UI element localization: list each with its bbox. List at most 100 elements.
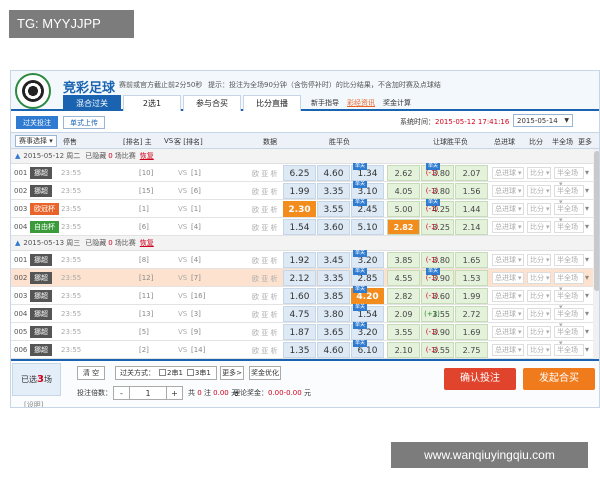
match-row[interactable]: 001 挪超 23:55 [10] VS [1] 欧 亚 析 6.25 4.60 1.34 单关 2.…	[11, 163, 599, 188]
rq-odds-cell[interactable]: 1.69	[455, 324, 488, 340]
match-row[interactable]: 004 挪超 23:55 [13] VS [3] 欧 亚 析 4.75 3.80 1.54 单关 2.…	[11, 304, 599, 329]
plus-button[interactable]: +	[167, 387, 182, 399]
multiple-value[interactable]: 1	[129, 387, 167, 399]
score-dropdown[interactable]: 比分 ▾	[527, 344, 551, 356]
spf-odds-cell[interactable]: 4.60	[317, 342, 350, 358]
goals-dropdown[interactable]: 总进球 ▾	[492, 203, 524, 215]
data-links[interactable]: 欧 亚 析	[252, 169, 277, 179]
league-filter-button[interactable]: 赛事选择 ▾	[15, 135, 57, 147]
scrollbar-thumb[interactable]	[594, 151, 599, 291]
score-dropdown[interactable]: 比分 ▾	[527, 272, 551, 284]
spf-odds-cell[interactable]: 1.54	[283, 219, 316, 235]
score-dropdown[interactable]: 比分 ▾	[527, 221, 551, 233]
top-link-2[interactable]: 奖金计算	[383, 98, 411, 108]
match-row[interactable]: 003 欧冠杯 23:55 [1] VS [1] 欧 亚 析 2.30 3.55 2.45 单关 5.…	[11, 199, 599, 224]
pass-bet-button[interactable]: 过关投注	[16, 115, 58, 129]
collapse-icon[interactable]: ▲	[15, 152, 20, 160]
more-chevron-icon[interactable]: ▾	[585, 168, 589, 177]
score-dropdown[interactable]: 比分 ▾	[527, 203, 551, 215]
goals-dropdown[interactable]: 总进球 ▾	[492, 344, 524, 356]
rq-odds-cell[interactable]: 2.75	[455, 342, 488, 358]
match-row[interactable]: 002 挪超 23:55 [12] VS [7] 欧 亚 析 2.12 3.35 2.85 单关 4.…	[11, 268, 599, 293]
date-select[interactable]: 2015-05-14 ▼	[513, 114, 573, 127]
data-links[interactable]: 欧 亚 析	[252, 223, 277, 233]
score-dropdown[interactable]: 比分 ▾	[527, 254, 551, 266]
data-links[interactable]: 欧 亚 析	[252, 292, 277, 302]
more-chevron-icon[interactable]: ▾	[585, 222, 589, 231]
spf-odds-cell[interactable]: 3.45	[317, 252, 350, 268]
score-dropdown[interactable]: 比分 ▾	[527, 308, 551, 320]
more-chevron-icon[interactable]: ▾	[585, 273, 589, 282]
rq-odds-cell[interactable]: 4.05	[387, 183, 420, 199]
more-chevron-icon[interactable]: ▾	[585, 345, 589, 354]
goals-dropdown[interactable]: 总进球 ▾	[492, 326, 524, 338]
pass-2x1-checkbox[interactable]	[159, 369, 166, 376]
goals-dropdown[interactable]: 总进球 ▾	[492, 185, 524, 197]
rq-odds-cell[interactable]: 2.09	[387, 306, 420, 322]
rq-odds-cell[interactable]: 1.99	[455, 288, 488, 304]
spf-odds-cell[interactable]: 3.85	[317, 288, 350, 304]
spf-odds-cell[interactable]: 1.92	[283, 252, 316, 268]
rq-odds-cell[interactable]: 2.82	[387, 288, 420, 304]
top-link-1[interactable]: 彩经资讯	[347, 98, 375, 108]
spf-odds-cell[interactable]: 4.75	[283, 306, 316, 322]
halffull-dropdown[interactable]: 半全场▾	[554, 308, 584, 329]
pass-3x1-checkbox[interactable]	[186, 369, 194, 376]
rq-odds-cell[interactable]: 2.07	[455, 165, 488, 181]
spf-odds-cell[interactable]: 3.65	[317, 324, 350, 340]
spf-odds-cell[interactable]: 5.10	[351, 219, 384, 235]
spf-odds-cell[interactable]: 3.35	[317, 270, 350, 286]
rq-odds-cell[interactable]: 2.62	[387, 165, 420, 181]
rq-odds-cell[interactable]: 1.44	[455, 201, 488, 217]
rq-odds-cell[interactable]: 2.10	[387, 342, 420, 358]
halffull-dropdown[interactable]: 半全场▾	[554, 203, 584, 224]
spf-odds-cell[interactable]: 2.12	[283, 270, 316, 286]
data-links[interactable]: 欧 亚 析	[252, 346, 277, 356]
rq-odds-cell[interactable]: 1.53	[455, 270, 488, 286]
halffull-dropdown[interactable]: 半全场▾	[554, 344, 584, 365]
minus-button[interactable]: -	[114, 387, 129, 399]
spf-odds-cell[interactable]: 3.80	[317, 306, 350, 322]
spf-odds-cell[interactable]: 2.30	[283, 201, 316, 217]
spf-odds-cell[interactable]: 3.55	[317, 201, 350, 217]
score-dropdown[interactable]: 比分 ▾	[527, 326, 551, 338]
launch-syndicate-button[interactable]: 发起合买	[523, 368, 595, 390]
single-upload-button[interactable]: 单式上传	[63, 115, 105, 129]
match-row[interactable]: 006 挪超 23:55 [2] VS [14] 欧 亚 析 1.35 4.60 6.10 单关 2.…	[11, 340, 599, 365]
rq-odds-cell[interactable]: 1.65	[455, 252, 488, 268]
halffull-dropdown[interactable]: 半全场▾	[554, 167, 584, 188]
collapse-icon[interactable]: ▲	[15, 239, 20, 247]
more-chevron-icon[interactable]: ▾	[585, 309, 589, 318]
restore-link[interactable]: 恢复	[140, 239, 154, 247]
confirm-bet-button[interactable]: 确认投注	[444, 368, 516, 390]
spf-odds-cell[interactable]: 1.60	[283, 288, 316, 304]
match-row[interactable]: 003 挪超 23:55 [11] VS [16] 欧 亚 析 1.60 3.85 4.20 单关 2…	[11, 286, 599, 311]
rq-odds-cell[interactable]: 1.56	[455, 183, 488, 199]
halffull-dropdown[interactable]: 半全场▾	[554, 290, 584, 311]
tab-0[interactable]: 混合过关	[63, 95, 121, 111]
top-link-0[interactable]: 新手指导	[311, 98, 339, 108]
goals-dropdown[interactable]: 总进球 ▾	[492, 221, 524, 233]
data-links[interactable]: 欧 亚 析	[252, 310, 277, 320]
goals-dropdown[interactable]: 总进球 ▾	[492, 308, 524, 320]
halffull-dropdown[interactable]: 半全场▾	[554, 254, 584, 275]
more-chevron-icon[interactable]: ▾	[585, 255, 589, 264]
spf-odds-cell[interactable]: 1.87	[283, 324, 316, 340]
more-chevron-icon[interactable]: ▾	[585, 186, 589, 195]
rq-odds-cell[interactable]: 2.14	[455, 219, 488, 235]
data-links[interactable]: 欧 亚 析	[252, 328, 277, 338]
more-pass-button[interactable]: 更多>	[220, 366, 244, 380]
rq-odds-cell[interactable]: 2.82	[387, 219, 420, 235]
spf-odds-cell[interactable]: 3.35	[317, 183, 350, 199]
rq-odds-cell[interactable]: 5.00	[387, 201, 420, 217]
more-chevron-icon[interactable]: ▾	[585, 291, 589, 300]
match-row[interactable]: 005 挪超 23:55 [5] VS [9] 欧 亚 析 1.87 3.65 3.20 单关 3.5…	[11, 322, 599, 347]
spf-odds-cell[interactable]: 3.60	[317, 219, 350, 235]
data-links[interactable]: 欧 亚 析	[252, 274, 277, 284]
more-chevron-icon[interactable]: ▾	[585, 204, 589, 213]
score-dropdown[interactable]: 比分 ▾	[527, 167, 551, 179]
score-dropdown[interactable]: 比分 ▾	[527, 185, 551, 197]
halffull-dropdown[interactable]: 半全场▾	[554, 272, 584, 293]
spf-odds-cell[interactable]: 1.35	[283, 342, 316, 358]
goals-dropdown[interactable]: 总进球 ▾	[492, 167, 524, 179]
